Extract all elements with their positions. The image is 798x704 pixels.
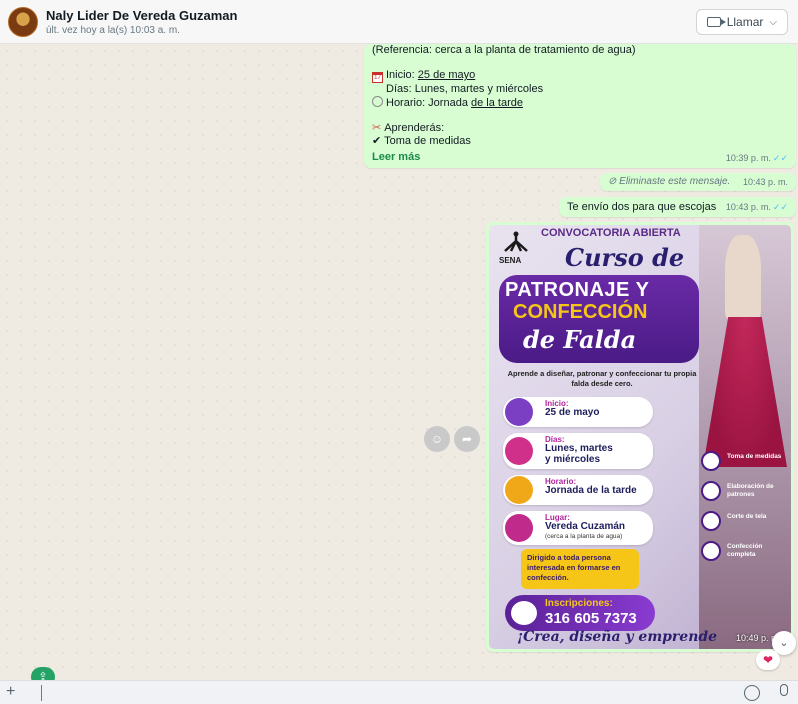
message-text: (Referencia: cerca a la planta de tratam… — [372, 44, 636, 56]
video-camera-icon — [706, 17, 726, 27]
deleted-message-text: ⊘ Eliminaste este mensaje. — [608, 176, 731, 187]
message-bubble[interactable]: Te envío dos para que escojas 10:43 p. m… — [559, 197, 796, 217]
contact-avatar[interactable] — [8, 6, 38, 37]
emoji-icon[interactable] — [744, 685, 760, 701]
calendar-icon: 17 — [372, 72, 383, 83]
contact-name[interactable]: Naly Lider De Vereda Guzaman — [46, 8, 237, 23]
poster-title-1: PATRONAJE Y — [505, 279, 650, 301]
clock-icon — [505, 476, 533, 504]
double-check-icon: ✓✓ — [772, 202, 788, 212]
poster-dirigido: Dirigido a toda persona interesada en fo… — [521, 549, 639, 589]
plus-icon[interactable]: + — [6, 683, 15, 701]
composer-bar: + — [0, 680, 798, 704]
poster-info-lugar: Lugar: Vereda Cuzamán (cerca a la planta… — [503, 511, 653, 545]
poster-info-dias: Días: Lunes, martes y miércoles — [503, 433, 653, 469]
image-message-bubble[interactable]: SENA CONVOCATORIA ABIERTA Curso de PATRO… — [486, 222, 794, 652]
poster-subtitle: Aprende a diseñar, patronar y confeccion… — [507, 369, 697, 388]
calendar-icon — [505, 398, 533, 426]
scissors-icon: ✂ — [372, 122, 382, 134]
phone-icon — [511, 601, 537, 625]
date-link[interactable]: 25 de mayo — [418, 69, 475, 81]
heart-reaction-icon[interactable]: ❤ — [756, 650, 780, 670]
poster-inscripciones: Inscripciones: 316 605 7373 — [505, 595, 655, 631]
poster-info-horario: Horario: Jornada de la tarde — [503, 475, 653, 505]
poster-convocatoria: CONVOCATORIA ABIERTA — [541, 227, 681, 239]
poster-title-3: de Falda — [523, 325, 637, 354]
calendar-icon — [505, 437, 533, 465]
poster-info-inicio: Inicio: 25 de mayo — [503, 397, 653, 427]
last-seen-status: últ. vez hoy a la(s) 10:03 a. m. — [46, 24, 180, 36]
double-check-icon: ✓✓ — [772, 153, 788, 163]
message-meta: 10:43 p. m. ✓✓ — [725, 202, 788, 212]
contact-info[interactable]: Naly Lider De Vereda Guzaman últ. vez ho… — [46, 8, 237, 36]
poster-slogan: ¡Crea, diseña y emprende — [517, 629, 718, 645]
react-emoji-icon[interactable]: ☺ — [424, 426, 450, 452]
poster-image[interactable]: SENA CONVOCATORIA ABIERTA Curso de PATRO… — [489, 225, 791, 649]
sena-logo: SENA — [499, 231, 533, 265]
message-line-horario: Horario: Jornada de la tarde — [372, 96, 788, 110]
forward-icon[interactable]: ➦ — [454, 426, 480, 452]
message-line-toma: ✔ Toma de medidas — [372, 135, 471, 147]
chat-area: (Referencia: cerca a la planta de tratam… — [0, 44, 798, 680]
poster-title-2: CONFECCIÓN — [513, 301, 648, 323]
microphone-icon[interactable] — [780, 684, 788, 696]
mannequin-image — [725, 235, 761, 319]
chat-header: Naly Lider De Vereda Guzaman últ. vez ho… — [0, 0, 798, 44]
location-pin-icon — [505, 514, 533, 542]
message-line-aprenderas: ✂ Aprenderás: — [372, 122, 445, 134]
message-time: 10:43 p. m. — [742, 177, 788, 187]
deleted-message-bubble[interactable]: ⊘ Eliminaste este mensaje. 10:43 p. m. — [600, 173, 796, 191]
read-more-link[interactable]: Leer más — [372, 151, 420, 163]
call-button[interactable]: Llamar ⌵ — [695, 9, 788, 35]
message-bubble[interactable]: (Referencia: cerca a la planta de tratam… — [364, 44, 796, 168]
clock-icon — [372, 96, 383, 107]
message-line-dias: Días: Lunes, martes y miércoles — [386, 83, 544, 95]
call-button-label: Llamar — [726, 15, 764, 29]
chevron-down-icon: ⌵ — [769, 16, 777, 28]
message-meta: 10:39 p. m. ✓✓ — [725, 153, 788, 163]
message-input[interactable] — [41, 685, 42, 701]
message-line-inicio: 17 Inicio: 25 de mayo — [372, 69, 788, 83]
poster-curso: Curso de — [565, 243, 685, 272]
message-text: Te envío dos para que escojas — [567, 201, 717, 213]
